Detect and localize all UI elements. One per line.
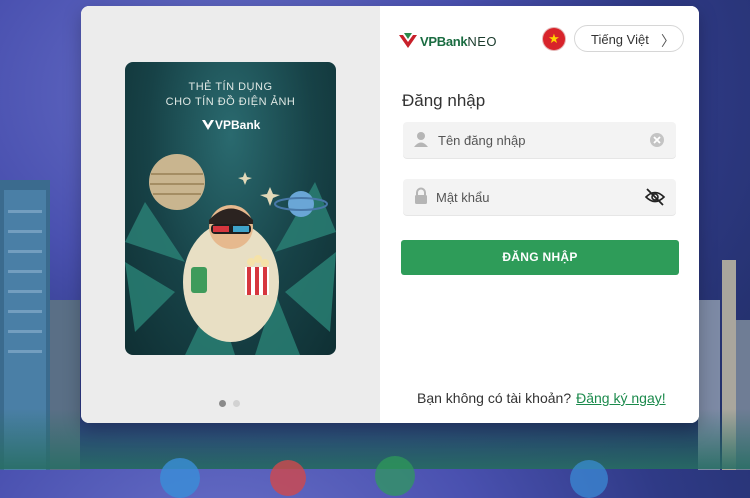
login-card: THẺ TÍN DỤNG CHO TÍN ĐỒ ĐIỆN ẢNH VPBank (81, 6, 699, 423)
lock-icon (415, 187, 427, 204)
background-bokeh (270, 460, 306, 496)
password-placeholder: Mật khẩu (436, 190, 490, 205)
background-bokeh (375, 456, 415, 496)
promo-brand: VPBank (215, 118, 261, 132)
login-panel: VPBankNEO ★ Tiếng Việt 〉 Đăng nhập Tên đ… (380, 6, 699, 423)
promo-headline-1: THẺ TÍN DỤNG (188, 81, 273, 93)
promo-panel: THẺ TÍN DỤNG CHO TÍN ĐỒ ĐIỆN ẢNH VPBank (81, 6, 380, 423)
username-field[interactable]: Tên đăng nhập (403, 122, 676, 158)
user-icon (414, 132, 428, 147)
carousel-dots (219, 394, 247, 412)
vietnam-flag-icon[interactable]: ★ (543, 28, 565, 50)
background-bokeh (160, 458, 200, 498)
signup-prompt: Bạn không có tài khoản? Đăng ký ngay! (417, 390, 666, 406)
language-selector[interactable]: Tiếng Việt 〉 (574, 25, 684, 52)
brand-name: VPBankNEO (420, 34, 497, 49)
vpbank-logo-icon (399, 33, 417, 48)
page-title: Đăng nhập (402, 91, 486, 110)
login-button[interactable]: ĐĂNG NHẬP (401, 240, 679, 275)
carousel-dot-1[interactable] (219, 400, 226, 407)
carousel-dot-2[interactable] (233, 400, 240, 407)
password-field[interactable]: Mật khẩu (403, 179, 676, 215)
eye-off-icon[interactable] (644, 186, 666, 208)
vpbank-logo-icon (202, 120, 214, 130)
brand-main: VPBank (420, 34, 468, 49)
background-bokeh (570, 460, 608, 498)
clear-icon[interactable] (648, 131, 666, 149)
chevron-right-icon: 〉 (661, 33, 675, 49)
promo-headline-2: CHO TÍN ĐỒ ĐIỆN ẢNH (165, 96, 296, 108)
signup-link[interactable]: Đăng ký ngay! (576, 390, 666, 406)
brand-sub: NEO (467, 34, 498, 49)
signup-question: Bạn không có tài khoản? (417, 390, 572, 406)
promo-banner[interactable]: THẺ TÍN DỤNG CHO TÍN ĐỒ ĐIỆN ẢNH VPBank (125, 62, 336, 355)
promo-illustration (125, 154, 336, 355)
username-placeholder: Tên đăng nhập (438, 133, 526, 148)
language-label: Tiếng Việt (591, 32, 649, 47)
